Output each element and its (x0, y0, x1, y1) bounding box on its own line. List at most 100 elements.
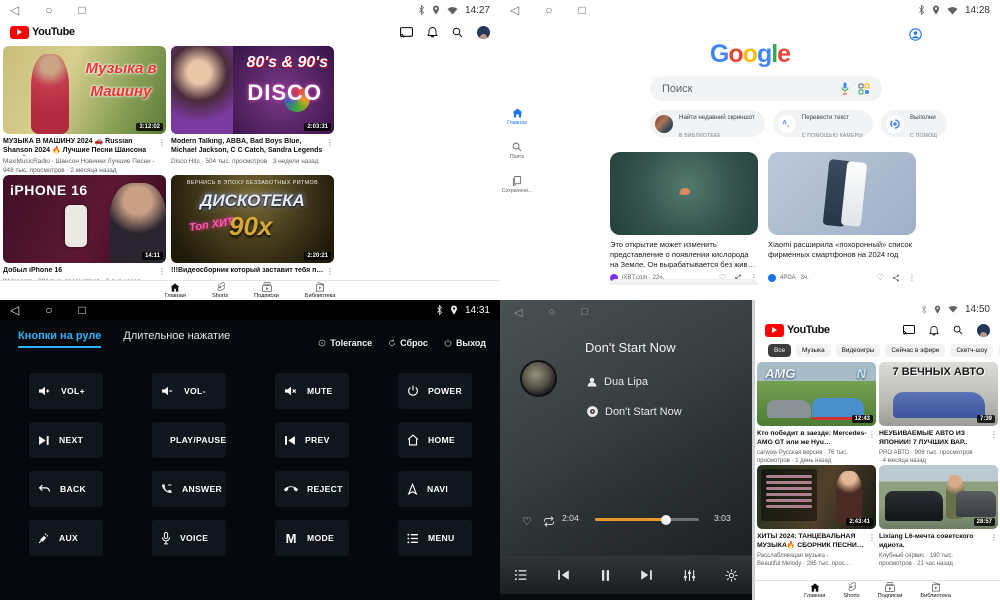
video-thumbnail[interactable]: iPHONE 16 14:11 (3, 175, 166, 263)
equalizer-icon[interactable] (683, 569, 696, 582)
account-avatar[interactable] (977, 324, 990, 337)
video-thumbnail[interactable]: 7 ВЕЧНЫХ АВТО 7:39 (879, 362, 998, 426)
account-avatar[interactable] (477, 26, 490, 39)
video-title[interactable]: Lixiang L6-мечта советского идиота. (879, 533, 990, 550)
key-navi[interactable]: NAVI (398, 471, 472, 507)
nav-subscriptions[interactable]: Подписки (878, 582, 903, 599)
video-thumbnail[interactable]: 28:57 (879, 465, 998, 529)
video-thumbnail[interactable]: AMG N 12:43 (757, 362, 876, 426)
search-icon[interactable] (953, 325, 963, 335)
video-title[interactable]: НЕУБИВАЕМЫЕ АВТО ИЗ ЯПОНИИ! 7 ЛУЧШИХ ВАР… (879, 430, 990, 447)
chip-all[interactable]: Все (768, 344, 791, 357)
key-answer[interactable]: ANSWER (152, 471, 226, 507)
more-options-icon[interactable]: ⋮ (326, 138, 334, 156)
prev-track-icon[interactable] (557, 569, 570, 581)
home-key-icon[interactable]: ○ (45, 304, 52, 316)
more-options-icon[interactable]: ⋮ (868, 430, 876, 447)
key-next[interactable]: NEXT (29, 422, 103, 458)
repeat-icon[interactable] (543, 516, 555, 527)
more-options-icon[interactable]: ⋮ (158, 267, 166, 276)
video-card[interactable]: iPHONE 16 14:11 Добыл iPhone 16⋮ Wylsaco… (3, 175, 166, 287)
more-options-icon[interactable]: ⋮ (990, 533, 998, 550)
search-icon[interactable] (452, 27, 463, 38)
back-key-icon[interactable]: ◁ (514, 306, 522, 319)
back-key-icon[interactable]: ◁ (10, 4, 19, 16)
video-thumbnail[interactable]: 80's & 90's DISCO 2:03:31 (171, 46, 334, 134)
rail-home[interactable]: Главная (507, 108, 527, 126)
chip-translate-text[interactable]: Aя Перевести текстС ПОМОЩЬЮ КАМЕРЫ (773, 110, 873, 137)
key-menu[interactable]: MENU (398, 520, 472, 556)
nav-library[interactable]: Библиотека (305, 282, 335, 299)
youtube-logo[interactable]: YouTube (765, 324, 830, 337)
playlist-icon[interactable] (514, 569, 528, 581)
notifications-bell-icon[interactable] (929, 325, 939, 336)
action-reset[interactable]: Сброс (388, 338, 428, 348)
video-card[interactable]: 7 ВЕЧНЫХ АВТО 7:39 НЕУБИВАЕМЫЕ АВТО ИЗ Я… (879, 362, 998, 465)
tab-long-press[interactable]: Длительное нажатие (123, 330, 230, 348)
feed-card[interactable]: Это открытие может изменить представлени… (610, 152, 758, 282)
video-title[interactable]: ХИТЫ 2024: ТАНЦЕВАЛЬНАЯ МУЗЫКА🔥 СБОРНИК … (757, 533, 868, 550)
key-vol-plus[interactable]: VOL+ (29, 373, 103, 409)
video-title[interactable]: !!!Видеосборник который заставит тебя пе… (171, 267, 326, 276)
key-aux[interactable]: AUX (29, 520, 103, 556)
key-voice[interactable]: VOICE (152, 520, 226, 556)
video-thumbnail[interactable]: 2:43:41 (757, 465, 876, 529)
google-search-bar[interactable]: Поиск (650, 76, 882, 101)
nav-home[interactable]: Главная (165, 283, 186, 299)
google-lens-icon[interactable] (858, 83, 870, 95)
more-options-icon[interactable]: ⋮ (908, 273, 916, 282)
action-tolerance[interactable]: Tolerance (318, 338, 372, 348)
video-card[interactable]: AMG N 12:43 Кто победит в заезде: Merced… (757, 362, 876, 465)
youtube-logo[interactable]: YouTube (10, 26, 75, 39)
next-track-icon[interactable] (640, 569, 653, 581)
tab-steering-keys[interactable]: Кнопки на руле (18, 330, 101, 348)
key-mode[interactable]: MMODE (275, 520, 349, 556)
video-card[interactable]: Музыка вМашину 3:12:02 МУЗЫКА В МАШИНУ 2… (3, 46, 166, 175)
key-vol-minus[interactable]: VOL- (152, 373, 226, 409)
key-play-pause[interactable]: PLAY/PAUSE (152, 422, 226, 458)
notifications-bell-icon[interactable] (427, 26, 438, 38)
video-thumbnail[interactable]: Музыка вМашину 3:12:02 (3, 46, 166, 134)
action-exit[interactable]: Выход (444, 338, 486, 348)
cast-icon[interactable] (400, 27, 413, 38)
feed-card[interactable]: Xiaomi расширила «похоронный» список фир… (768, 152, 916, 282)
voice-search-mic-icon[interactable] (840, 82, 850, 95)
key-home[interactable]: HOME (398, 422, 472, 458)
chip-music[interactable]: Музыка (796, 344, 831, 357)
video-title[interactable]: МУЗЫКА В МАШИНУ 2024 🚗 Russian Shanson 2… (3, 138, 158, 156)
more-options-icon[interactable]: ⋮ (158, 138, 166, 156)
cast-icon[interactable] (903, 325, 915, 335)
more-options-icon[interactable]: ⋮ (326, 267, 334, 276)
card-title[interactable]: Это открытие может изменить представлени… (610, 240, 758, 270)
recents-key-icon[interactable]: □ (78, 304, 85, 316)
video-thumbnail[interactable]: ВЕРНИСЬ В ЭПОХУ БЕЗЗАБОТНЫХ РИТМОВ ДИСКО… (171, 175, 334, 263)
key-mute[interactable]: MUTE (275, 373, 349, 409)
chip-gaming[interactable]: Видеоигры (836, 344, 881, 357)
home-key-icon[interactable]: ○ (548, 306, 555, 319)
nav-subscriptions[interactable]: Подписки (254, 282, 279, 299)
recents-key-icon[interactable]: □ (578, 4, 585, 16)
nav-shorts[interactable]: Shorts (843, 582, 859, 599)
chip-sketch[interactable]: Скетч-шоу (950, 344, 993, 357)
home-key-icon[interactable]: ○ (45, 4, 52, 16)
video-card[interactable]: ВЕРНИСЬ В ЭПОХУ БЕЗЗАБОТНЫХ РИТМОВ ДИСКО… (171, 175, 334, 287)
like-heart-icon[interactable]: ♡ (877, 273, 884, 282)
key-reject[interactable]: REJECT (275, 471, 349, 507)
recents-key-icon[interactable]: □ (78, 4, 85, 16)
home-key-icon[interactable]: ○ (545, 4, 552, 16)
video-title[interactable]: Modern Talking, ABBA, Bad Boys Blue, Mic… (171, 138, 326, 156)
rail-search[interactable]: Поиск (510, 142, 524, 160)
video-title[interactable]: Кто победит в заезде: Mercedes-AMG GT ил… (757, 430, 868, 447)
chip-search-help[interactable]: ВыполниС ПОМОЩ (881, 110, 947, 137)
rail-saved[interactable]: Сохранени... (502, 176, 533, 194)
chip-live[interactable]: Сейчас в эфире (885, 344, 945, 357)
more-options-icon[interactable]: ⋮ (868, 533, 876, 550)
key-power[interactable]: POWER (398, 373, 472, 409)
video-title[interactable]: Добыл iPhone 16 (3, 267, 158, 276)
more-options-icon[interactable]: ⋮ (990, 430, 998, 447)
video-card[interactable]: 28:57 Lixiang L6-мечта советского идиота… (879, 465, 998, 568)
back-key-icon[interactable]: ◁ (510, 4, 519, 16)
video-card[interactable]: 80's & 90's DISCO 2:03:31 Modern Talking… (171, 46, 334, 175)
back-key-icon[interactable]: ◁ (10, 304, 19, 316)
nav-library[interactable]: Библиотека (920, 582, 950, 599)
